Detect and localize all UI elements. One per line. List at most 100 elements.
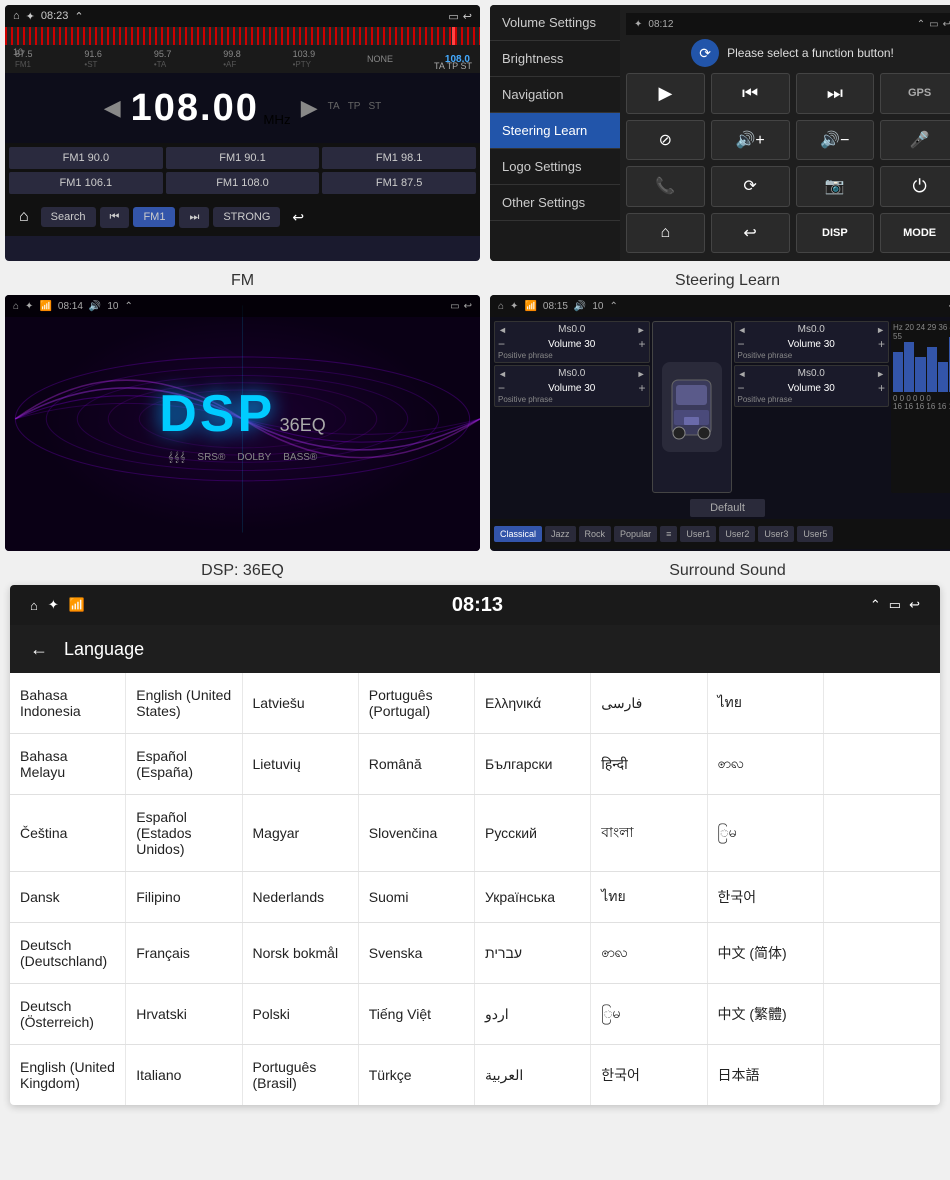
steering-mute-btn[interactable]: ⊘ (626, 120, 705, 161)
lang-cell[interactable]: Hrvatski (126, 984, 242, 1044)
preset-5[interactable]: FM1 108.0 (166, 172, 320, 194)
lang-cell[interactable]: ไทย (708, 673, 824, 733)
lang-cell[interactable]: Deutsch (Österreich) (10, 984, 126, 1044)
surround-tab-jazz[interactable]: Jazz (545, 526, 576, 542)
lang-cell[interactable]: Español (Estados Unidos) (126, 795, 242, 871)
lang-cell[interactable]: Dansk (10, 872, 126, 922)
sidebar-other-settings[interactable]: Other Settings (490, 185, 620, 221)
surround-tab-classical[interactable]: Classical (494, 526, 542, 542)
lang-cell[interactable]: Deutsch (Deutschland) (10, 923, 126, 983)
surround-tab-eq[interactable]: ≡ (660, 526, 677, 542)
preset-2[interactable]: FM1 90.1 (166, 147, 320, 169)
lang-cell[interactable]: Polski (243, 984, 359, 1044)
lang-cell[interactable]: Русский (475, 795, 591, 871)
preset-4[interactable]: FM1 106.1 (9, 172, 163, 194)
back-icon[interactable]: ↩ (463, 10, 472, 23)
lang-cell[interactable]: Suomi (359, 872, 475, 922)
lang-back-btn[interactable]: ← (30, 639, 48, 660)
lang-cell[interactable]: Українська (475, 872, 591, 922)
lang-cell[interactable]: 中文 (繁體) (708, 984, 824, 1044)
lang-cell[interactable]: Português (Portugal) (359, 673, 475, 733)
lang-cell[interactable]: فارسی (591, 673, 707, 733)
lang-cell[interactable]: हिन्दी (591, 734, 707, 794)
freq-prev-btn[interactable]: ◀ (104, 95, 121, 121)
steering-phone-btn[interactable]: 📞 (626, 166, 705, 207)
lang-cell[interactable]: Tiếng Việt (359, 984, 475, 1044)
lang-cell[interactable]: Türkçe (359, 1045, 475, 1105)
steering-next-btn[interactable]: ⏭ (796, 73, 875, 114)
lang-cell[interactable]: Magyar (243, 795, 359, 871)
steering-prev-btn[interactable]: ⏮ (711, 73, 790, 114)
lang-cell[interactable]: Română (359, 734, 475, 794)
lang-cell[interactable]: Español (España) (126, 734, 242, 794)
lang-cell[interactable]: Nederlands (243, 872, 359, 922)
steering-mic-btn[interactable]: 🎤 (880, 120, 950, 161)
lang-cell[interactable]: 日本語 (708, 1045, 824, 1105)
preset-3[interactable]: FM1 98.1 (322, 147, 476, 169)
lang-cell[interactable]: Português (Brasil) (243, 1045, 359, 1105)
surround-tab-user3[interactable]: User3 (758, 526, 794, 542)
steering-gps-btn[interactable]: GPS (880, 73, 950, 114)
lang-cell[interactable]: Italiano (126, 1045, 242, 1105)
refresh-icon[interactable]: ⟳ (691, 39, 719, 67)
lang-cell[interactable]: ꩦꩮ (591, 923, 707, 983)
sidebar-volume-settings[interactable]: Volume Settings (490, 5, 620, 41)
steering-mode-btn[interactable]: MODE (880, 213, 950, 254)
dsp-back-icon[interactable]: ↩ (464, 301, 472, 312)
lang-cell[interactable]: Lietuvių (243, 734, 359, 794)
fm-source-btn[interactable]: FM1 (133, 207, 175, 227)
lang-cell[interactable]: Čeština (10, 795, 126, 871)
lang-cell[interactable]: English (United States) (126, 673, 242, 733)
lang-cell[interactable]: اردو (475, 984, 591, 1044)
fm-next-btn[interactable]: ⏭ (179, 207, 209, 228)
lang-cell[interactable]: Български (475, 734, 591, 794)
steering-back-icon[interactable]: ↩ (943, 19, 950, 30)
preset-6[interactable]: FM1 87.5 (322, 172, 476, 194)
lang-cell[interactable]: 한국어 (708, 872, 824, 922)
lang-cell[interactable]: עברית (475, 923, 591, 983)
fm-search-btn[interactable]: Search (41, 207, 96, 227)
surround-tab-user5[interactable]: User5 (797, 526, 833, 542)
lang-cell[interactable]: Norsk bokmål (243, 923, 359, 983)
sidebar-brightness[interactable]: Brightness (490, 41, 620, 77)
steering-vol-up-btn[interactable]: 🔊+ (711, 120, 790, 161)
home-icon[interactable]: ⌂ (13, 10, 20, 22)
steering-cycle-btn[interactable]: ⟳ (711, 166, 790, 207)
fm-home-btn[interactable]: ⌂ (11, 204, 37, 230)
lang-cell[interactable]: 中文 (简体) (708, 923, 824, 983)
preset-1[interactable]: FM1 90.0 (9, 147, 163, 169)
steering-play-btn[interactable]: ▶ (626, 73, 705, 114)
lang-cell[interactable]: Filipino (126, 872, 242, 922)
fm-back-btn[interactable]: ↩ (284, 205, 312, 230)
lang-cell[interactable]: ြမ (708, 795, 824, 871)
lang-cell[interactable]: Latviešu (243, 673, 359, 733)
surround-default-btn[interactable]: Default (690, 499, 765, 517)
sidebar-logo-settings[interactable]: Logo Settings (490, 149, 620, 185)
steering-undo-btn[interactable]: ↩ (711, 213, 790, 254)
lang-cell[interactable]: ꩦꩮ (708, 734, 824, 794)
lang-cell[interactable]: العربية (475, 1045, 591, 1105)
sidebar-navigation[interactable]: Navigation (490, 77, 620, 113)
surround-tab-user2[interactable]: User2 (719, 526, 755, 542)
lang-back-icon[interactable]: ↩ (909, 597, 920, 613)
steering-camera-btn[interactable]: 📷 (796, 166, 875, 207)
surround-tab-rock[interactable]: Rock (579, 526, 612, 542)
lang-cell[interactable]: Bahasa Indonesia (10, 673, 126, 733)
lang-cell[interactable]: Ελληνικά (475, 673, 591, 733)
steering-power-btn[interactable]: ⏻ (880, 166, 950, 207)
freq-next-btn[interactable]: ▶ (301, 95, 318, 121)
lang-cell[interactable]: বাংলা (591, 795, 707, 871)
lang-cell[interactable]: Bahasa Melayu (10, 734, 126, 794)
fm-prev-btn[interactable]: ⏮ (100, 207, 130, 228)
surround-tab-popular[interactable]: Popular (614, 526, 657, 542)
surround-tab-user1[interactable]: User1 (680, 526, 716, 542)
lang-cell[interactable]: English (United Kingdom) (10, 1045, 126, 1105)
sidebar-steering-learn[interactable]: Steering Learn (490, 113, 620, 149)
lang-cell[interactable]: Français (126, 923, 242, 983)
lang-cell[interactable]: ြမ (591, 984, 707, 1044)
fm-strong-btn[interactable]: STRONG (213, 207, 280, 227)
lang-cell[interactable]: ไทย (591, 872, 707, 922)
steering-disp-btn[interactable]: DISP (796, 213, 875, 254)
steering-vol-down-btn[interactable]: 🔊− (796, 120, 875, 161)
steering-home-btn[interactable]: ⌂ (626, 213, 705, 254)
